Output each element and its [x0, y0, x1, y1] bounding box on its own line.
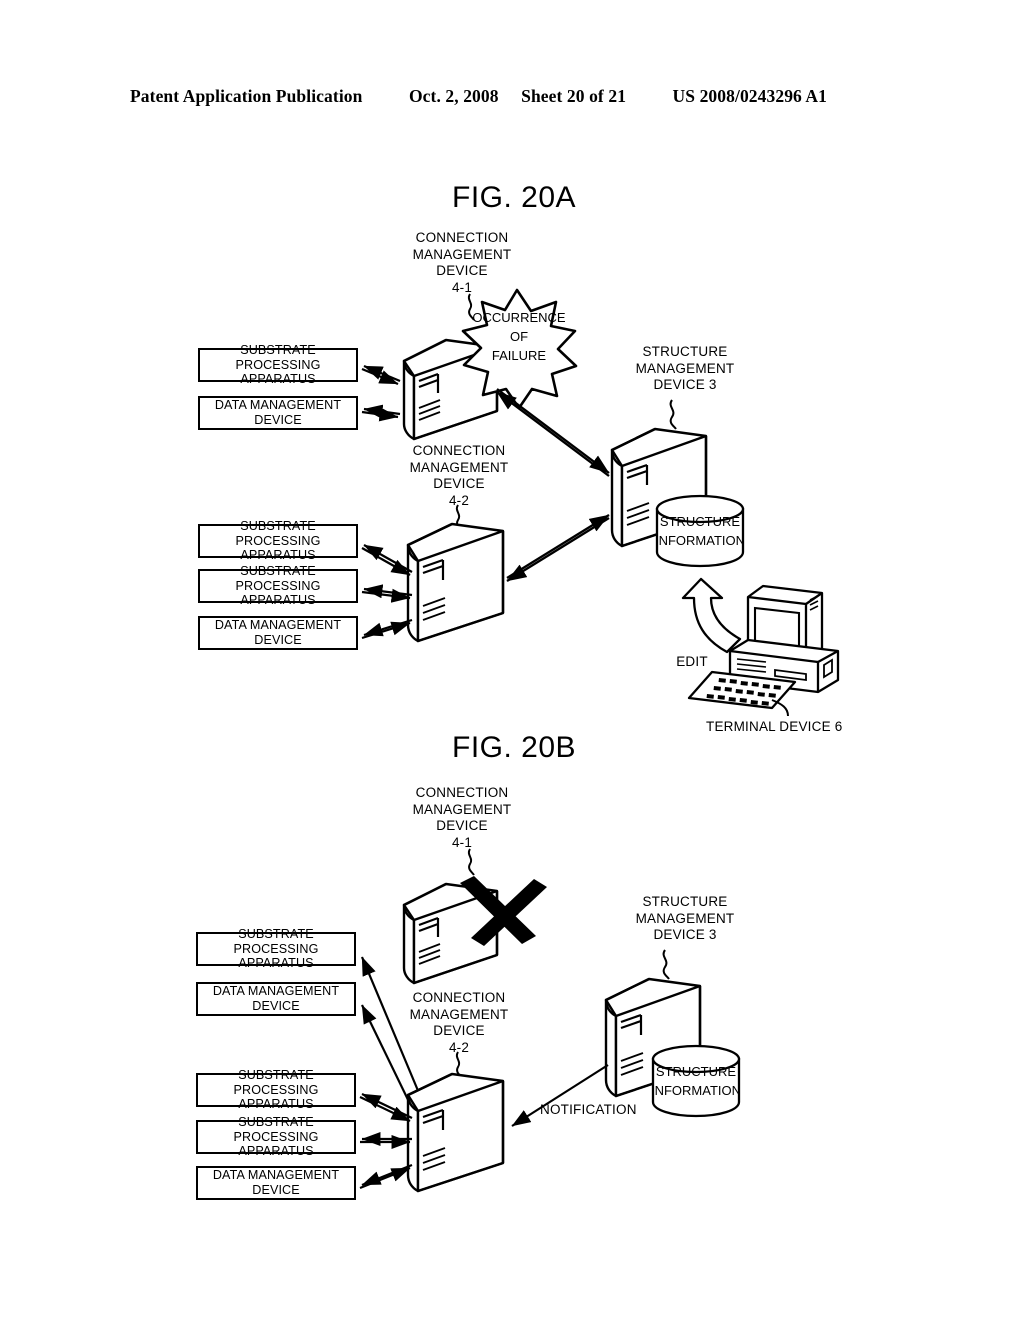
- fig20a-links-upper-boxes: [361, 364, 401, 422]
- fig20a-box-data-management-device-1: DATA MANAGEMENT DEVICE: [198, 396, 358, 430]
- fig20a-links-lower-boxes: [361, 544, 413, 640]
- sheet-number: Sheet 20 of 21: [521, 86, 627, 106]
- fig20a-failure-text-line1: OCCURRENCE: [472, 310, 566, 325]
- fig20b-db-text-line1: STRUCTURE: [656, 1064, 736, 1079]
- fig20a-edit-arrow-icon: [681, 577, 742, 654]
- fig20b-box-data-management-device-1: DATA MANAGEMENT DEVICE: [196, 982, 356, 1016]
- fig20a-database-structure-information-icon: [655, 494, 745, 568]
- fig20b-box-substrate-processing-apparatus-3: SUBSTRATE PROCESSING APPARATUS: [196, 1115, 356, 1158]
- fig20a-failure-text-line3: FAILURE: [492, 348, 547, 363]
- fig20b-box-substrate-processing-apparatus-2: SUBSTRATE PROCESSING APPARATUS: [196, 1068, 356, 1111]
- fig20b-server-smd-3-icon: [604, 977, 702, 1098]
- fig20a-link-4-2-to-smd: [506, 514, 610, 582]
- fig20a-server-smd-3-icon: [610, 427, 708, 548]
- fig20a-failure-starburst-icon: [461, 288, 578, 410]
- fig20b-server-4-1-icon: [402, 882, 499, 985]
- figure-20b-title: FIG. 20B: [452, 731, 577, 764]
- patent-drawing-sheet: Patent Application Publication Oct. 2, 2…: [0, 0, 1024, 1320]
- publication-title: Patent Application Publication: [130, 86, 363, 106]
- fig20b-label-smd-3: STRUCTURE MANAGEMENT DEVICE 3: [635, 894, 735, 942]
- fig20b-leader-smd-3: [662, 949, 670, 980]
- fig20a-box-substrate-processing-apparatus-1: SUBSTRATE PROCESSING APPARATUS: [198, 343, 358, 386]
- fig20a-box-substrate-processing-apparatus-3: SUBSTRATE PROCESSING APPARATUS: [198, 564, 358, 607]
- fig20a-db-text-line2: INFORMATION: [655, 533, 745, 548]
- fig20b-box-substrate-processing-apparatus-1: SUBSTRATE PROCESSING APPARATUS: [196, 927, 356, 970]
- fig20a-label-cmd-4-2: CONNECTION MANAGEMENT DEVICE 4-2: [409, 443, 509, 508]
- fig20b-links-lower-boxes: [359, 1093, 413, 1190]
- fig20a-leader-4-1: [467, 293, 475, 321]
- fig20a-label-edit: EDIT: [676, 654, 708, 669]
- fig20b-label-notification: NOTIFICATION: [540, 1102, 637, 1117]
- fig20b-server-4-2-icon: [406, 1072, 505, 1193]
- fig20a-failure-text-line2: OF: [510, 329, 528, 344]
- document-number: US 2008/0243296 A1: [672, 86, 827, 106]
- fig20a-box-substrate-processing-apparatus-2: SUBSTRATE PROCESSING APPARATUS: [198, 519, 358, 562]
- fig20a-db-text-line1: STRUCTURE: [660, 514, 740, 529]
- fig20b-box-data-management-device-2: DATA MANAGEMENT DEVICE: [196, 1166, 356, 1200]
- fig20a-label-terminal-device: TERMINAL DEVICE 6: [706, 719, 843, 734]
- publication-date: Oct. 2, 2008: [408, 86, 499, 106]
- fig20a-terminal-device-icon: [687, 584, 840, 717]
- fig20b-label-cmd-4-2: CONNECTION MANAGEMENT DEVICE 4-2: [409, 990, 509, 1055]
- fig20b-db-text-line2: INFORMATION: [651, 1083, 741, 1098]
- fig20a-server-4-2-icon: [406, 522, 505, 643]
- fig20b-failure-cross-icon: [460, 876, 547, 946]
- figure-20a-title: FIG. 20A: [452, 181, 577, 214]
- fig20a-label-cmd-4-1: CONNECTION MANAGEMENT DEVICE 4-1: [412, 230, 512, 295]
- fig20a-label-smd-3: STRUCTURE MANAGEMENT DEVICE 3: [635, 344, 735, 392]
- fig20b-database-structure-information-icon: [651, 1044, 741, 1118]
- fig20b-label-cmd-4-1: CONNECTION MANAGEMENT DEVICE 4-1: [412, 785, 512, 850]
- fig20a-server-4-1-icon: [402, 338, 499, 441]
- publication-header: Patent Application Publication Oct. 2, 2…: [130, 86, 910, 112]
- fig20a-box-data-management-device-2: DATA MANAGEMENT DEVICE: [198, 616, 358, 650]
- fig20a-leader-smd-3: [669, 399, 677, 430]
- fig20b-leader-4-1: [467, 848, 475, 876]
